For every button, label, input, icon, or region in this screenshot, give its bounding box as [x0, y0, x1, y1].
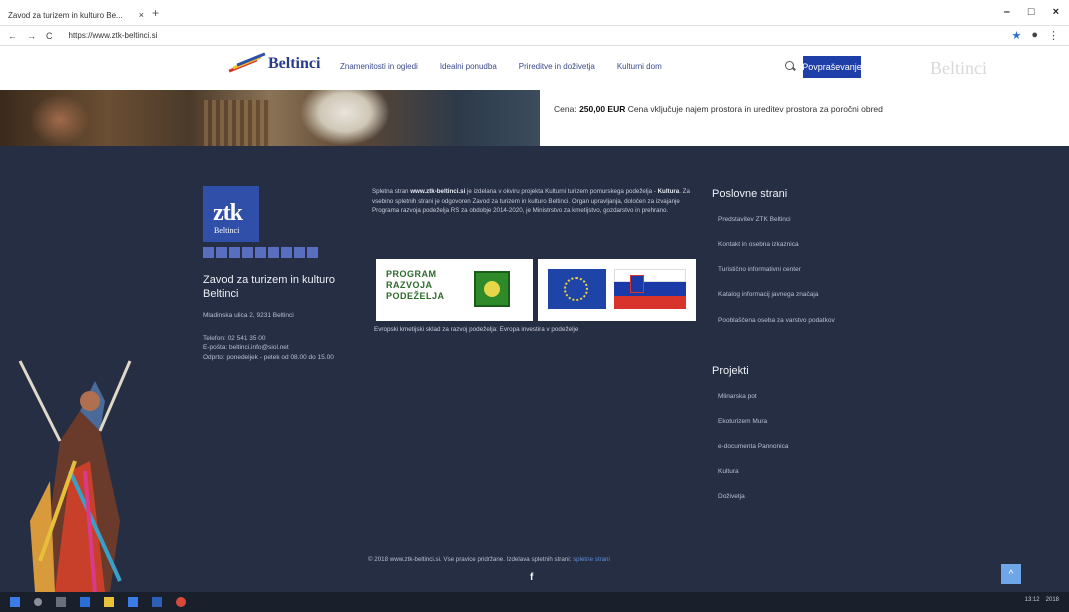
business-link[interactable]: Katalog informacij javnega značaja: [718, 291, 818, 298]
site-footer: ztk Beltinci Zavod za turizem in kulturo…: [0, 146, 1069, 592]
nav-item-culture-house[interactable]: Kulturni dom: [617, 62, 662, 71]
address-bar: ← → C https://www.ztk-beltinci.si ★ ● ⋮: [0, 26, 1069, 46]
contact-info: Telefon: 02 541 35 00 E-pošta: beltinci.…: [203, 334, 363, 362]
price-label: Cena:: [554, 104, 577, 114]
tab-close-icon[interactable]: ×: [139, 10, 144, 20]
about-bold: Kultura: [657, 188, 680, 195]
clock-date[interactable]: 2018: [1046, 597, 1059, 603]
forward-icon[interactable]: →: [27, 31, 36, 41]
system-tray: 13:12 2018: [1025, 597, 1059, 603]
project-link[interactable]: Doživetja: [718, 493, 745, 500]
browser-menu-icon[interactable]: ⋮: [1048, 29, 1059, 42]
url-field[interactable]: https://www.ztk-beltinci.si: [69, 31, 158, 40]
about-lead: Spletna stran: [372, 188, 411, 195]
store-icon[interactable]: [128, 597, 138, 607]
opening-hours: Odprto: ponedeljek - petek od 08.00 do 1…: [203, 353, 334, 361]
window-controls: – □ ×: [1004, 6, 1059, 18]
program-badge[interactable]: PROGRAM RAZVOJA PODEŽELJA: [376, 259, 533, 321]
explorer-icon[interactable]: [104, 597, 114, 607]
logo-stripes-icon: [226, 52, 266, 74]
business-link[interactable]: Turistično informativni center: [718, 266, 801, 273]
project-link[interactable]: e-documenta Pannonica: [718, 443, 788, 450]
ztk-logo[interactable]: ztk Beltinci: [203, 186, 259, 242]
logo-text: Beltinci: [268, 55, 321, 72]
logo-tile-strip: [203, 247, 318, 258]
new-tab-button[interactable]: +: [152, 6, 159, 20]
business-link[interactable]: Kontakt in osebna izkaznica: [718, 241, 799, 248]
email-link[interactable]: E-pošta: beltinci.info@siol.net: [203, 343, 363, 352]
dancer-image: [18, 360, 132, 592]
close-window-icon[interactable]: ×: [1053, 6, 1059, 18]
project-link[interactable]: Ekoturizem Mura: [718, 418, 767, 425]
nav-item-sights[interactable]: Znamenitosti in ogledi: [340, 62, 418, 71]
ztk-logo-text: ztk: [213, 200, 243, 226]
slovenia-flag-icon: [614, 269, 686, 309]
start-icon[interactable]: [10, 597, 20, 607]
bookmark-star-icon[interactable]: ★: [1011, 29, 1021, 42]
minimize-icon[interactable]: –: [1004, 6, 1010, 18]
browser-tab-bar: Zavod za turizem in kulturo Be... × + – …: [0, 0, 1069, 26]
about-mid: je izdelana v okviru projekta Kulturni t…: [465, 188, 658, 195]
price-value: 250,00 EUR: [579, 104, 626, 114]
address: Mladinska ulica 2, 9231 Beltinci: [203, 312, 294, 319]
nav-item-offer[interactable]: Idealni ponudba: [440, 62, 497, 71]
os-taskbar: 13:12 2018: [0, 592, 1069, 612]
reload-icon[interactable]: C: [46, 31, 53, 41]
event-photo: [0, 90, 540, 146]
tab-title: Zavod za turizem in kulturo Be...: [8, 10, 123, 20]
business-pages-title: Poslovne strani: [712, 188, 788, 200]
price-panel: Cena: 250,00 EUR Cena vključuje najem pr…: [540, 90, 1069, 146]
nav-item-events[interactable]: Prireditve in doživetja: [519, 62, 595, 71]
business-link[interactable]: Predstavitev ZTK Beltinci: [718, 216, 791, 223]
leader-logo-icon: [474, 271, 510, 307]
browser-tab[interactable]: Zavod za turizem in kulturo Be... ×: [4, 6, 144, 24]
price-text: Cena: 250,00 EUR Cena vključuje najem pr…: [554, 104, 883, 114]
profile-icon[interactable]: ●: [1031, 29, 1038, 42]
back-icon[interactable]: ←: [8, 31, 17, 41]
org-name: Zavod za turizem in kulturo Beltinci: [203, 274, 336, 300]
program-badge-line: RAZVOJA: [386, 279, 433, 290]
badge-caption: Evropski kmetijski sklad za razvoj podež…: [374, 326, 579, 333]
facebook-icon[interactable]: f: [530, 572, 533, 583]
about-text: Spletna stran www.ztk-beltinci.si je izd…: [372, 187, 702, 216]
eu-flag-icon: [548, 269, 606, 309]
clock-time[interactable]: 13:12: [1025, 597, 1040, 603]
background-heading: Beltinci: [930, 58, 987, 78]
scroll-to-top-button[interactable]: ^: [1001, 564, 1021, 584]
site-header: Beltinci Znamenitosti in ogledi Idealni …: [0, 46, 1069, 90]
program-badge-line: PODEŽELJA: [386, 290, 445, 301]
copyright-text: © 2018 www.ztk-beltinci.si. Vse pravice …: [368, 556, 574, 563]
inquiry-button[interactable]: Povpraševanje: [802, 56, 862, 78]
business-link[interactable]: Pooblaščena oseba za varstvo podatkov: [718, 316, 838, 325]
site-logo[interactable]: Beltinci: [226, 52, 321, 74]
maximize-icon[interactable]: □: [1028, 6, 1035, 18]
task-view-icon[interactable]: [56, 597, 66, 607]
main-nav: Znamenitosti in ogledi Idealni ponudba P…: [340, 62, 662, 71]
mail-icon[interactable]: [152, 597, 162, 607]
search-taskbar-icon[interactable]: [34, 598, 42, 606]
project-link[interactable]: Kultura: [718, 468, 739, 475]
program-badge-line: PROGRAM: [386, 269, 437, 279]
edge-icon[interactable]: [80, 597, 90, 607]
price-description: Cena vključuje najem prostora in uredite…: [627, 104, 883, 114]
copyright: © 2018 www.ztk-beltinci.si. Vse pravice …: [368, 556, 610, 563]
project-link[interactable]: Mlinarska pot: [718, 393, 757, 400]
program-badge-text: PROGRAM RAZVOJA PODEŽELJA: [386, 269, 445, 301]
search-icon[interactable]: [783, 60, 797, 74]
eu-badge[interactable]: [538, 259, 696, 321]
about-domain[interactable]: www.ztk-beltinci.si: [410, 188, 465, 195]
ztk-logo-subtext: Beltinci: [214, 226, 240, 235]
copyright-link[interactable]: spletne strani: [573, 556, 610, 563]
chrome-icon[interactable]: [176, 597, 186, 607]
projects-title: Projekti: [712, 365, 749, 377]
phone: Telefon: 02 541 35 00: [203, 335, 266, 342]
